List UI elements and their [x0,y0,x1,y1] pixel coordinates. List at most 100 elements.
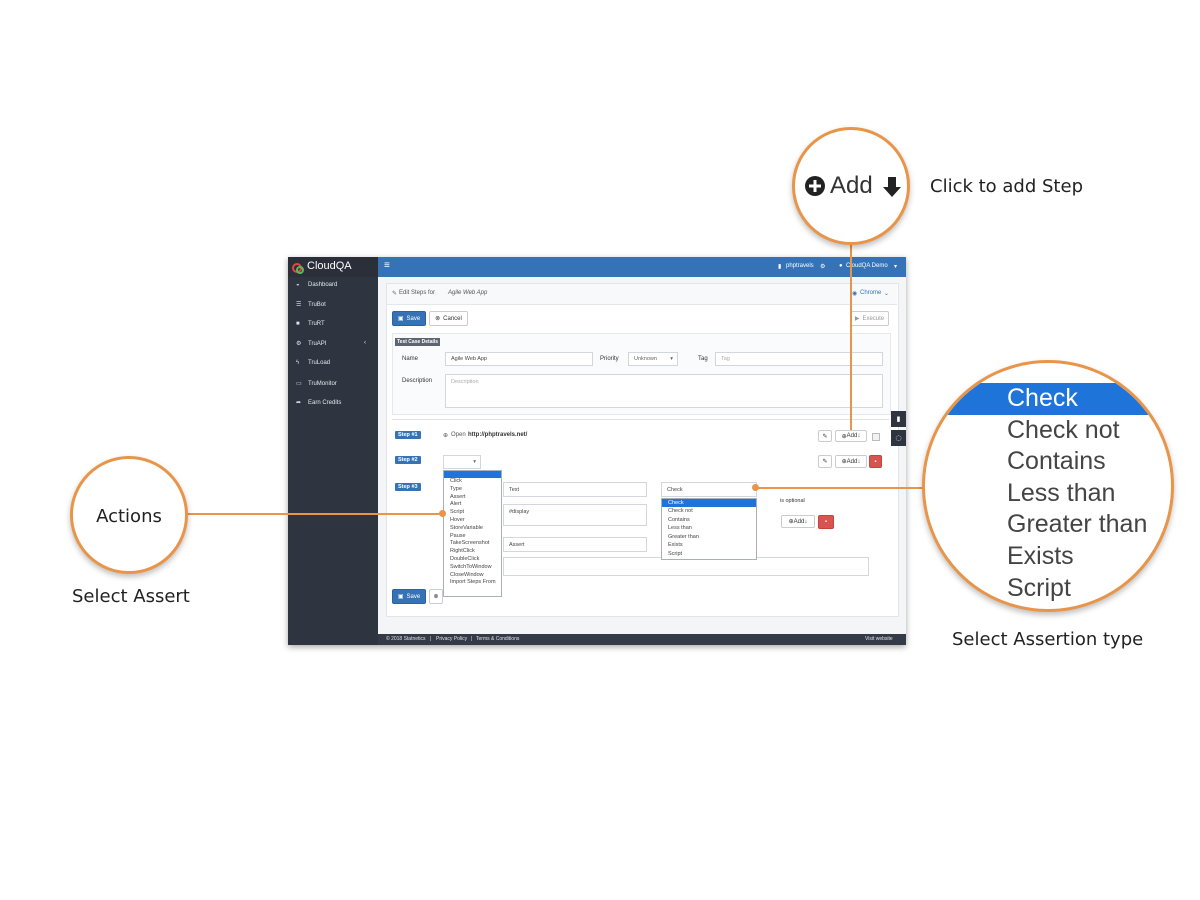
sidebar-item-label: TruAPI [308,341,327,347]
actions-circle: Actions [70,456,188,574]
step-3-selector-field[interactable]: #display [503,504,647,526]
sidebar [288,257,378,645]
cancel-icon: ⊗ [433,594,439,600]
sidebar-item-trumonitor[interactable]: ▭ TruMonitor [296,380,337,387]
step-2-delete-button[interactable]: ▪ [869,455,882,468]
assert-option[interactable]: Check not [662,507,756,516]
footer-privacy-link[interactable]: Privacy Policy [436,636,467,642]
app-name: Agile Web App [448,290,488,296]
actions-option-assert[interactable]: Assert [444,494,501,502]
project-name[interactable]: phptravels [786,263,814,269]
sidebar-item-trurt[interactable]: ■ TruRT [296,321,325,327]
trash-icon: ▪ [874,458,877,465]
step-3-assert-field[interactable]: Assert [503,537,647,552]
actions-option[interactable]: Pause [444,533,501,541]
actions-option[interactable]: StoreVariable [444,525,501,533]
step-2-add-button[interactable]: ⊕ Add ↓ [835,455,867,468]
assert-option[interactable]: Less than [662,524,756,533]
footer: © 2018 Statnetics | Privacy Policy | Ter… [378,634,906,645]
description-label: Description [402,378,433,384]
logo[interactable]: CloudQA [288,257,378,277]
assert-zoom-option: Exists [1007,541,1074,570]
assert-zoom-circle: Check Check not Contains Less than Great… [922,360,1174,612]
cogs-icon: ⚙ [296,341,302,347]
plus-circle-icon [804,175,826,197]
assert-zoom-list: Check Check not Contains Less than Great… [925,383,1171,604]
floating-tab-chat[interactable]: ◌ [891,430,906,446]
edit-steps-label: Edit Steps for [399,290,436,296]
sidebar-item-label: TruLoad [308,360,331,366]
step-1-edit-button[interactable]: ✎ [818,430,832,442]
step-3-check-select[interactable]: Check [661,482,757,497]
assert-option-check[interactable]: Check [662,499,756,507]
actions-option[interactable]: Alert [444,501,501,509]
name-field[interactable]: Agile Web App [445,352,593,366]
step-1-badge: Step #1 [395,431,421,439]
actions-option[interactable]: Click [444,478,501,486]
edit-icon: ✎ [392,291,398,297]
assert-zoom-option: Check not [1007,415,1120,444]
actions-dropdown[interactable]: Click Type Assert Alert Script Hover Sto… [443,470,502,597]
assert-zoom-option: Greater than [1007,510,1148,539]
step-3-add-button[interactable]: ⊕ Add ↓ [781,515,815,528]
assert-type-dropdown[interactable]: Check Check not Contains Less than Great… [661,498,757,560]
step-3-badge: Step #3 [395,483,421,491]
project-gear-icon[interactable]: ⚙ [820,263,825,270]
floating-tab-book[interactable]: ▮ [891,411,906,427]
footer-terms-link[interactable]: Terms & Conditions [476,636,519,642]
add-label: Add [846,458,858,465]
assert-option[interactable]: Contains [662,516,756,525]
add-zoom-label: Add [830,172,873,199]
bottom-cancel-button[interactable]: ⊗ [429,589,443,604]
assert-zoom-option: Less than [1007,478,1116,507]
actions-option[interactable]: CloseWindow [444,572,501,580]
save-button[interactable]: ▣ Save [392,311,426,326]
sidebar-item-trubot[interactable]: ☰ TruBot [296,301,326,308]
user-menu[interactable]: CloudQA Demo [846,263,888,269]
actions-option[interactable]: Type [444,486,501,494]
actions-option[interactable]: SwitchToWindow [444,564,501,572]
actions-option[interactable]: RightClick [444,548,501,556]
actions-option[interactable]: Script [444,509,501,517]
arrow-down-icon: ↓ [804,518,808,525]
add-callout-line [850,242,852,430]
step-2-edit-button[interactable]: ✎ [818,455,832,468]
cancel-button[interactable]: ⊗ Cancel [429,311,468,326]
sidebar-item-label: Earn Credits [308,400,342,406]
sidebar-item-earn-credits[interactable]: ➦ Earn Credits [296,399,341,406]
cancel-icon: ⊗ [435,316,441,322]
assert-option[interactable]: Exists [662,541,756,550]
save-icon: ▣ [397,316,404,322]
execute-button[interactable]: ▶ Execute [850,311,889,326]
assert-option[interactable]: Script [662,550,756,559]
step-3-delete-button[interactable]: ▪ [818,515,834,529]
step-3-text-field[interactable]: Text [503,482,647,497]
sidebar-item-truload[interactable]: ϟ TruLoad [296,360,330,366]
priority-select[interactable]: Unknown ▾ [628,352,678,366]
actions-option[interactable]: Import Steps From [444,579,501,587]
list-icon: ☰ [296,302,302,308]
description-field[interactable]: Description [445,374,883,408]
actions-caption: Select Assert [72,586,190,607]
logo-text: CloudQA [307,260,352,272]
step-1-checkbox[interactable] [872,433,880,441]
sidebar-item-truapi[interactable]: ⚙ TruAPI ‹ [296,340,366,347]
browser-select[interactable]: Chrome [860,290,881,296]
bookmark-icon: ▮ [778,264,782,270]
sidebar-item-dashboard[interactable]: ◒ Dashboard [296,282,337,288]
bottom-save-button[interactable]: ▣ Save [392,589,426,604]
footer-visit-link[interactable]: Visit website [865,636,893,642]
menu-icon[interactable]: ≡ [384,260,390,271]
footer-copyright: © 2018 Statnetics [386,636,426,642]
tag-field[interactable]: Tag [715,352,883,366]
sidebar-item-label: Dashboard [308,282,338,288]
step-1-add-button[interactable]: ⊕ Add ↓ [835,430,867,442]
actions-option-blank[interactable] [444,471,501,478]
actions-option[interactable]: TakeScreenshot [444,540,501,548]
step-2-action-select[interactable]: ▾ [443,455,481,469]
add-caption: Click to add Step [930,176,1083,197]
actions-option[interactable]: DoubleClick [444,556,501,564]
arrow-down-icon: ↓ [857,433,861,439]
assert-option[interactable]: Greater than [662,533,756,542]
actions-option[interactable]: Hover [444,517,501,525]
